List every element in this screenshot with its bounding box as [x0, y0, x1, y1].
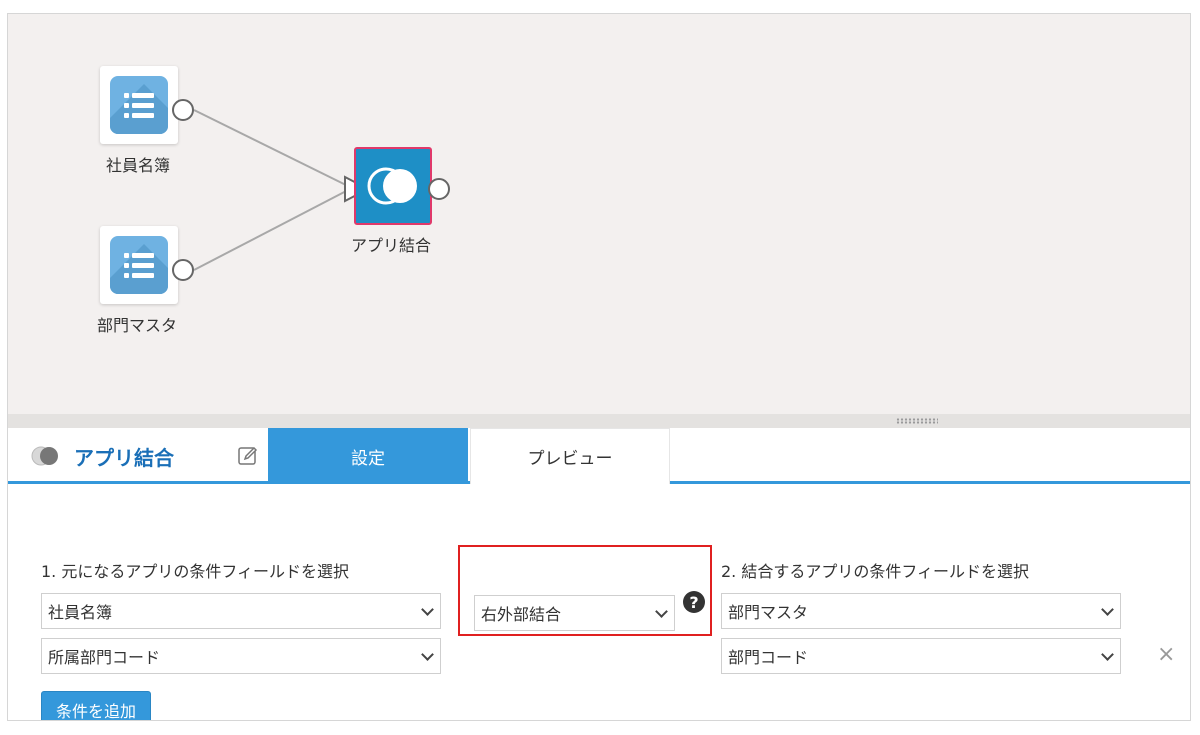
node-departments[interactable]	[100, 226, 178, 304]
join-type-select[interactable]: 右外部結合	[474, 595, 675, 631]
panel-resize-handle[interactable]	[8, 414, 1190, 428]
chevron-down-icon	[1101, 603, 1114, 616]
left-field-select[interactable]: 所属部門コード	[41, 638, 441, 674]
node-label-join: アプリ結合	[351, 236, 432, 255]
right-field-value: 部門コード	[728, 648, 809, 667]
help-icon[interactable]: ?	[683, 591, 705, 613]
output-port-join[interactable]	[428, 178, 450, 200]
section1-label: 1. 元になるアプリの条件フィールドを選択	[41, 562, 350, 581]
app-window: 社員名簿 部門マスタ アプリ結合 アプリ結合 設定 プレビュー 1. 元になるア…	[7, 13, 1191, 721]
right-field-select[interactable]: 部門コード	[721, 638, 1121, 674]
chevron-down-icon	[421, 648, 434, 661]
app-list-icon	[110, 236, 168, 294]
left-field-value: 所属部門コード	[48, 648, 161, 667]
chevron-down-icon	[1101, 648, 1114, 661]
output-port-departments[interactable]	[172, 259, 194, 281]
tab-preview[interactable]: プレビュー	[470, 428, 670, 484]
edge-departments-to-join	[193, 187, 353, 271]
section2-label: 2. 結合するアプリの条件フィールドを選択	[721, 562, 1030, 581]
node-label-departments: 部門マスタ	[97, 316, 178, 335]
grip-icon	[896, 418, 938, 424]
add-condition-button[interactable]: 条件を追加	[41, 691, 151, 720]
flow-edges	[193, 109, 371, 271]
chevron-down-icon	[421, 603, 434, 616]
remove-condition-icon[interactable]: ×	[1157, 642, 1175, 667]
chevron-down-icon	[655, 605, 668, 618]
left-app-value: 社員名簿	[48, 603, 113, 622]
left-app-select[interactable]: 社員名簿	[41, 593, 441, 629]
right-app-select[interactable]: 部門マスタ	[721, 593, 1121, 629]
settings-panel: アプリ結合 設定 プレビュー 1. 元になるアプリの条件フィールドを選択 2. …	[8, 428, 1190, 720]
right-app-value: 部門マスタ	[728, 603, 809, 622]
node-join[interactable]	[354, 147, 432, 225]
edge-employees-to-join	[193, 109, 353, 189]
join-circles-icon	[367, 167, 417, 205]
node-label-employees: 社員名簿	[106, 156, 171, 175]
pencil-icon[interactable]	[237, 445, 259, 467]
tab-settings[interactable]: 設定	[268, 428, 468, 484]
output-port-employees[interactable]	[172, 99, 194, 121]
panel-header: アプリ結合 設定 プレビュー	[8, 428, 1190, 484]
join-circles-icon	[31, 446, 58, 466]
panel-title: アプリ結合	[74, 446, 174, 470]
app-list-icon	[110, 76, 168, 134]
flow-canvas[interactable]: 社員名簿 部門マスタ アプリ結合	[8, 14, 1190, 414]
join-type-value: 右外部結合	[481, 605, 562, 624]
node-employees[interactable]	[100, 66, 178, 144]
